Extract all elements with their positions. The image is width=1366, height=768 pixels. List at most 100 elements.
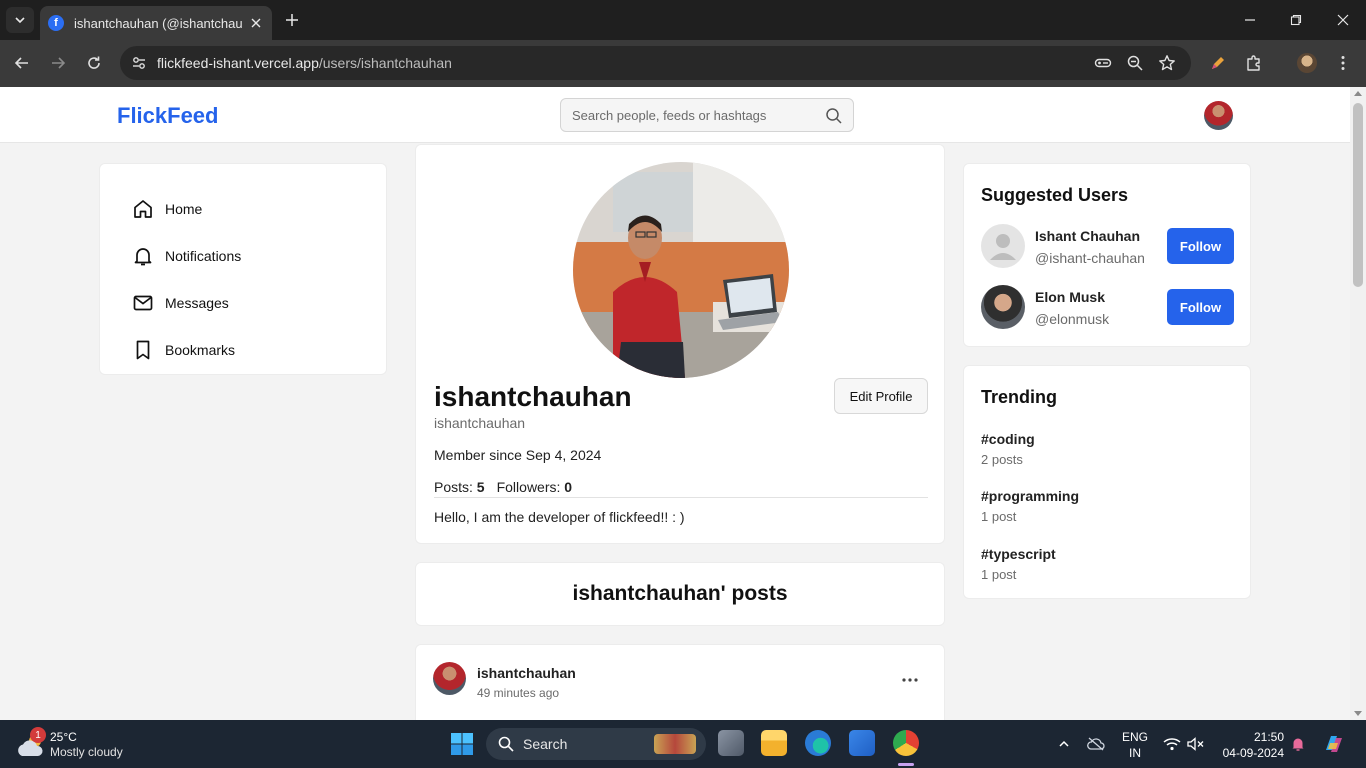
tab-search-button[interactable] bbox=[6, 7, 34, 33]
extensions-button[interactable] bbox=[1243, 52, 1265, 74]
favicon-icon: f bbox=[48, 15, 64, 31]
browser-menu-button[interactable] bbox=[1332, 52, 1354, 74]
show-hidden-icons-button[interactable] bbox=[1054, 734, 1074, 754]
bookmark-star-button[interactable] bbox=[1157, 53, 1177, 73]
site-info-button[interactable] bbox=[128, 52, 150, 74]
trending-item[interactable]: #programming 1 post bbox=[981, 488, 1079, 524]
page-scrollbar[interactable] bbox=[1350, 87, 1366, 720]
browser-tab-active[interactable]: f ishantchauhan (@ishantchauhan bbox=[40, 6, 272, 40]
suggested-user-name[interactable]: Ishant Chauhan bbox=[1035, 228, 1140, 244]
trending-count: 1 post bbox=[981, 567, 1017, 582]
suggested-user-handle: @ishant-chauhan bbox=[1035, 250, 1145, 266]
scroll-up-arrow-icon[interactable] bbox=[1354, 91, 1362, 96]
divider bbox=[434, 497, 928, 498]
scrollbar-thumb[interactable] bbox=[1353, 103, 1363, 287]
zoom-icon bbox=[1127, 55, 1143, 71]
trending-item[interactable]: #coding 2 posts bbox=[981, 431, 1035, 467]
edit-profile-button[interactable]: Edit Profile bbox=[834, 378, 928, 414]
sidebar-nav: Home Notifications Messages Bookmarks bbox=[99, 163, 387, 375]
restore-button[interactable] bbox=[1286, 10, 1306, 30]
site-logo[interactable]: FlickFeed bbox=[117, 103, 218, 129]
file-explorer-icon[interactable] bbox=[761, 730, 787, 756]
copilot-button[interactable] bbox=[1322, 732, 1346, 756]
post-author-avatar[interactable] bbox=[433, 662, 466, 695]
sidebar-item-notifications[interactable]: Notifications bbox=[100, 232, 386, 279]
new-tab-button[interactable] bbox=[282, 10, 302, 30]
posts-stat: Posts: 5 bbox=[434, 479, 485, 495]
onedrive-tray-button[interactable] bbox=[1086, 734, 1106, 754]
post-author[interactable]: ishantchauhan bbox=[477, 665, 576, 681]
avatar[interactable] bbox=[981, 285, 1025, 329]
follow-button[interactable]: Follow bbox=[1167, 289, 1234, 325]
profile-button[interactable] bbox=[1296, 52, 1318, 74]
edge-browser-icon[interactable] bbox=[805, 730, 831, 756]
scroll-down-arrow-icon[interactable] bbox=[1354, 711, 1362, 716]
url-host: flickfeed-ishant.vercel.app bbox=[157, 55, 319, 71]
sidebar-item-label: Home bbox=[165, 200, 203, 217]
notifications-tray-button[interactable] bbox=[1288, 734, 1308, 754]
taskbar-search-label: Search bbox=[523, 736, 568, 752]
system-clock[interactable]: 21:50 04-09-2024 bbox=[1214, 729, 1284, 761]
profile-image bbox=[573, 162, 789, 378]
profile-bio: Hello, I am the developer of flickfeed!!… bbox=[434, 509, 685, 525]
user-silhouette-icon bbox=[990, 234, 1016, 260]
puzzle-icon bbox=[1247, 55, 1260, 71]
volume-tray-button[interactable] bbox=[1186, 734, 1206, 754]
sidebar-item-messages[interactable]: Messages bbox=[100, 279, 386, 326]
search-icon[interactable] bbox=[825, 107, 843, 125]
minimize-button[interactable] bbox=[1240, 10, 1260, 30]
default-avatar-icon[interactable] bbox=[981, 224, 1025, 268]
follow-button[interactable]: Follow bbox=[1167, 228, 1234, 264]
site-header: FlickFeed bbox=[0, 87, 1350, 143]
profile-handle: ishantchauhan bbox=[434, 415, 526, 431]
input-language-indicator[interactable]: ENG IN bbox=[1120, 729, 1150, 761]
microsoft-store-icon[interactable] bbox=[849, 730, 875, 756]
suggested-user-name[interactable]: Elon Musk bbox=[1035, 289, 1105, 305]
trending-tag: #coding bbox=[981, 431, 1035, 447]
pen-icon bbox=[1212, 57, 1224, 69]
taskbar-search[interactable]: Search bbox=[486, 728, 706, 760]
profile-stats: Posts: 5 Followers: 0 bbox=[434, 479, 572, 495]
tab-close-button[interactable] bbox=[248, 15, 264, 31]
bookmark-icon bbox=[136, 340, 150, 359]
sidebar-item-label: Bookmarks bbox=[165, 341, 236, 358]
lang-code: ENG bbox=[1121, 730, 1148, 744]
address-bar[interactable]: flickfeed-ishant.vercel.app/users/ishant… bbox=[120, 46, 1191, 80]
trending-item[interactable]: #typescript 1 post bbox=[981, 546, 1056, 582]
followers-stat: Followers: 0 bbox=[497, 479, 572, 495]
chrome-browser-icon[interactable] bbox=[893, 730, 919, 756]
forward-button[interactable] bbox=[47, 52, 69, 74]
active-app-indicator bbox=[898, 763, 914, 766]
pen-extension-button[interactable] bbox=[1207, 52, 1229, 74]
post-options-button[interactable] bbox=[900, 670, 920, 690]
wifi-tray-button[interactable] bbox=[1162, 734, 1182, 754]
trending-count: 1 post bbox=[981, 509, 1017, 524]
weather-widget[interactable]: 1 25°C Mostly cloudy bbox=[16, 727, 146, 760]
zoom-button[interactable] bbox=[1125, 53, 1145, 73]
page-viewport: FlickFeed Home Notifications Messages Bo… bbox=[0, 87, 1350, 720]
password-key-button[interactable] bbox=[1093, 53, 1113, 73]
windows-start-icon[interactable] bbox=[450, 732, 474, 756]
back-button[interactable] bbox=[11, 52, 33, 74]
sidebar-item-home[interactable]: Home bbox=[100, 185, 386, 232]
search-input[interactable] bbox=[561, 99, 811, 131]
close-window-button[interactable] bbox=[1333, 10, 1353, 30]
trending-tag: #programming bbox=[981, 488, 1080, 504]
suggested-user-row: Ishant Chauhan @ishant-chauhan Follow bbox=[981, 224, 1235, 270]
restore-icon bbox=[1290, 14, 1302, 26]
suggested-user-handle: @elonmusk bbox=[1035, 311, 1110, 327]
trending-count: 2 posts bbox=[981, 452, 1023, 467]
bell-icon bbox=[134, 247, 152, 265]
suggested-users-title: Suggested Users bbox=[981, 185, 1129, 205]
browser-toolbar: flickfeed-ishant.vercel.app/users/ishant… bbox=[0, 40, 1366, 87]
task-view-icon[interactable] bbox=[718, 730, 744, 756]
sidebar-item-bookmarks[interactable]: Bookmarks bbox=[100, 326, 386, 373]
trending-title: Trending bbox=[981, 387, 1057, 407]
search-box bbox=[560, 98, 854, 132]
weather-condition: Mostly cloudy bbox=[50, 745, 123, 759]
clock-date: 04-09-2024 bbox=[1222, 746, 1284, 760]
clock-time: 21:50 bbox=[1253, 730, 1284, 744]
reload-button[interactable] bbox=[83, 52, 105, 74]
browser-tab-strip: f ishantchauhan (@ishantchauhan bbox=[0, 0, 1366, 40]
user-avatar-button[interactable] bbox=[1204, 101, 1233, 130]
